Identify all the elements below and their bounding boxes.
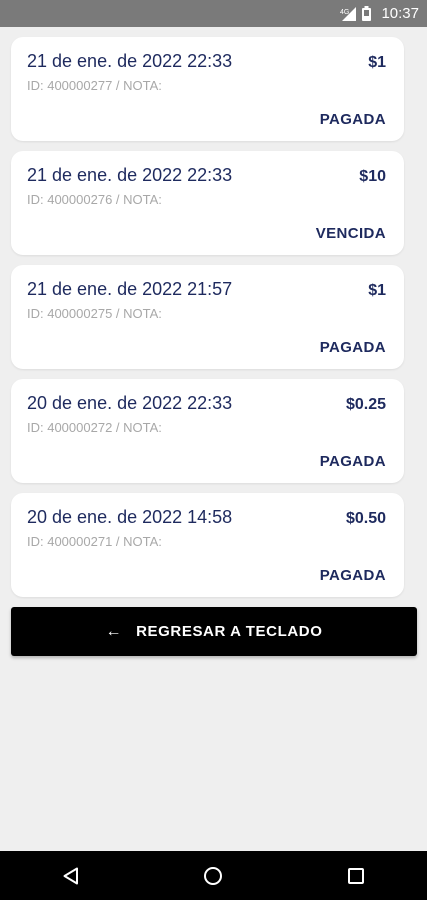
network-type: 4G	[340, 9, 349, 16]
back-to-keypad-button[interactable]: ← REGRESAR A TECLADO	[11, 607, 417, 656]
invoice-date: 20 de ene. de 2022 22:33	[27, 393, 233, 413]
invoice-card[interactable]: 21 de ene. de 2022 21:57 $1 ID: 40000027…	[11, 265, 404, 369]
invoice-amount: $0.25	[345, 396, 386, 413]
invoice-meta: ID: 400000272 / NOTA:	[27, 420, 162, 435]
invoice-date: 20 de ene. de 2022 14:58	[27, 507, 233, 527]
invoice-status: VENCIDA	[315, 225, 386, 242]
system-nav-bar	[0, 851, 427, 900]
invoice-date: 21 de ene. de 2022 22:33	[27, 51, 233, 71]
invoice-card[interactable]: 20 de ene. de 2022 14:58 $0.50 ID: 40000…	[11, 493, 404, 597]
battery-icon	[362, 6, 372, 21]
invoice-status: PAGADA	[319, 453, 386, 470]
arrow-left-icon: ←	[105, 622, 123, 640]
clock: 10:37	[381, 5, 419, 22]
invoice-card[interactable]: 21 de ene. de 2022 22:33 $10 ID: 4000002…	[11, 151, 404, 255]
invoice-amount: $1	[368, 54, 386, 71]
back-triangle-icon[interactable]	[41, 851, 101, 900]
invoice-amount: $10	[359, 168, 386, 185]
home-circle-icon[interactable]	[183, 851, 243, 900]
invoice-card[interactable]: 21 de ene. de 2022 22:33 $1 ID: 40000027…	[11, 37, 404, 141]
invoice-amount: $0.50	[345, 510, 386, 527]
invoice-status: PAGADA	[319, 111, 386, 128]
invoice-amount: $1	[368, 282, 386, 299]
invoice-list: 21 de ene. de 2022 22:33 $1 ID: 40000027…	[11, 37, 404, 607]
invoice-meta: ID: 400000271 / NOTA:	[27, 534, 162, 549]
invoice-status: PAGADA	[319, 567, 386, 584]
invoice-date: 21 de ene. de 2022 21:57	[27, 279, 233, 299]
invoice-meta: ID: 400000275 / NOTA:	[27, 306, 162, 321]
signal-icon: 4G	[340, 6, 357, 21]
invoice-meta: ID: 400000276 / NOTA:	[27, 192, 162, 207]
invoice-card[interactable]: 20 de ene. de 2022 22:33 $0.25 ID: 40000…	[11, 379, 404, 483]
invoice-meta: ID: 400000277 / NOTA:	[27, 78, 162, 93]
recents-square-icon[interactable]	[326, 851, 386, 900]
invoice-date: 21 de ene. de 2022 22:33	[27, 165, 233, 185]
invoice-status: PAGADA	[319, 339, 386, 356]
back-to-keypad-label: REGRESAR A TECLADO	[136, 623, 323, 640]
status-bar: 4G 10:37	[0, 0, 427, 27]
